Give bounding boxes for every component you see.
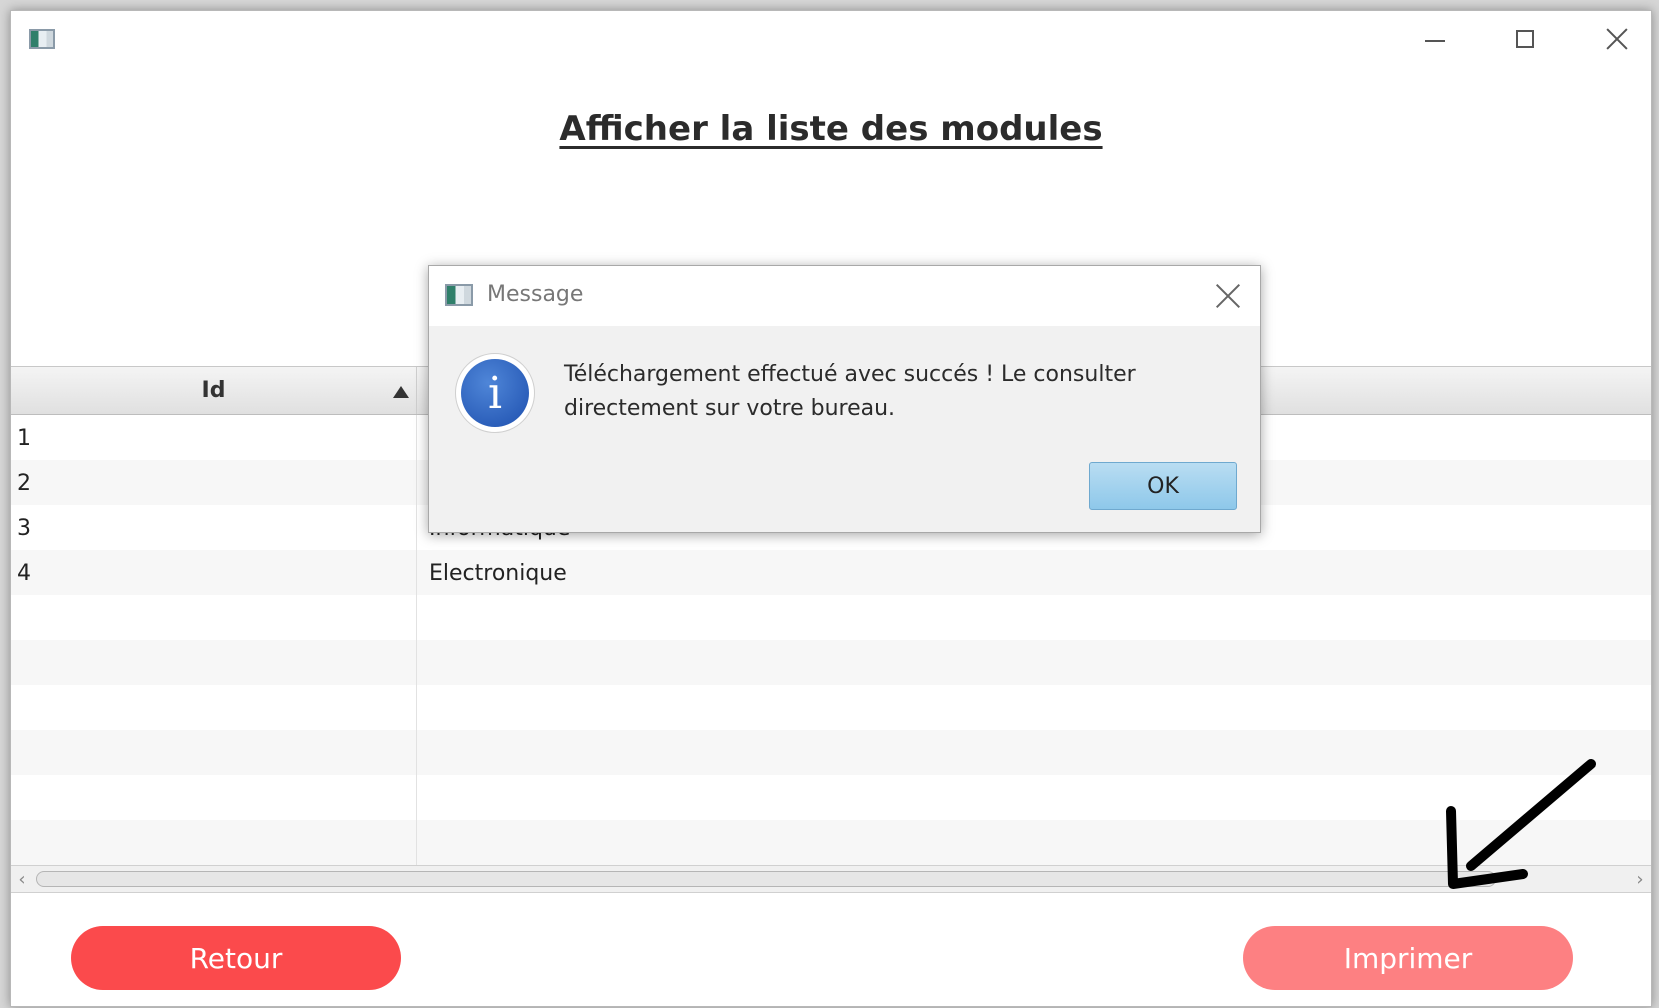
info-icon: i <box>455 353 535 433</box>
maximize-button[interactable] <box>1495 19 1555 59</box>
empty-row <box>11 640 1651 686</box>
maximize-icon <box>1516 30 1534 48</box>
ok-button[interactable]: OK <box>1089 462 1237 510</box>
app-window-icon <box>29 29 55 49</box>
empty-row <box>11 775 1651 821</box>
table-row[interactable]: 4 Electronique <box>11 550 1651 596</box>
scroll-right-icon[interactable]: › <box>1631 869 1649 890</box>
dialog-message: Téléchargement effectué avec succés ! Le… <box>564 362 1136 421</box>
horizontal-scrollbar[interactable]: ‹ › <box>11 865 1651 893</box>
empty-cell <box>11 595 417 641</box>
print-button[interactable]: Imprimer <box>1243 926 1573 990</box>
empty-cell <box>11 820 417 865</box>
info-glyph: i <box>461 359 529 427</box>
annotation-arrow-icon <box>1446 759 1596 889</box>
window-close-button[interactable] <box>1587 19 1647 59</box>
cell-name: Electronique <box>429 560 567 586</box>
empty-cell <box>11 775 417 821</box>
empty-row <box>11 820 1651 865</box>
minimize-button[interactable] <box>1405 19 1465 59</box>
message-dialog: Message i Téléchargement effectué avec s… <box>428 265 1261 533</box>
column-header-label: Id <box>201 378 226 403</box>
main-window: Afficher la liste des modules Id 1 2 3 I… <box>10 10 1652 1007</box>
dialog-titlebar: Message <box>429 266 1260 326</box>
dialog-title: Message <box>487 282 584 307</box>
app-window-icon <box>445 284 473 306</box>
cell-id: 2 <box>11 460 417 506</box>
back-button[interactable]: Retour <box>71 926 401 990</box>
sort-ascending-icon <box>393 386 409 398</box>
empty-row <box>11 595 1651 641</box>
scroll-left-icon[interactable]: ‹ <box>13 869 31 890</box>
page-title: Afficher la liste des modules <box>559 109 1103 149</box>
dialog-close-icon[interactable] <box>1214 282 1242 310</box>
cell-id: 4 <box>11 550 417 596</box>
empty-row <box>11 730 1651 776</box>
cell-id: 1 <box>11 415 417 461</box>
empty-cell <box>11 640 417 686</box>
cell-id: 3 <box>11 505 417 551</box>
scrollbar-thumb[interactable] <box>36 871 1496 887</box>
empty-row <box>11 685 1651 731</box>
empty-cell <box>11 685 417 731</box>
window-titlebar <box>11 11 1651 66</box>
column-header-id[interactable]: Id <box>11 367 417 414</box>
minimize-icon <box>1425 40 1445 42</box>
close-icon <box>1605 27 1629 51</box>
empty-cell <box>11 730 417 776</box>
